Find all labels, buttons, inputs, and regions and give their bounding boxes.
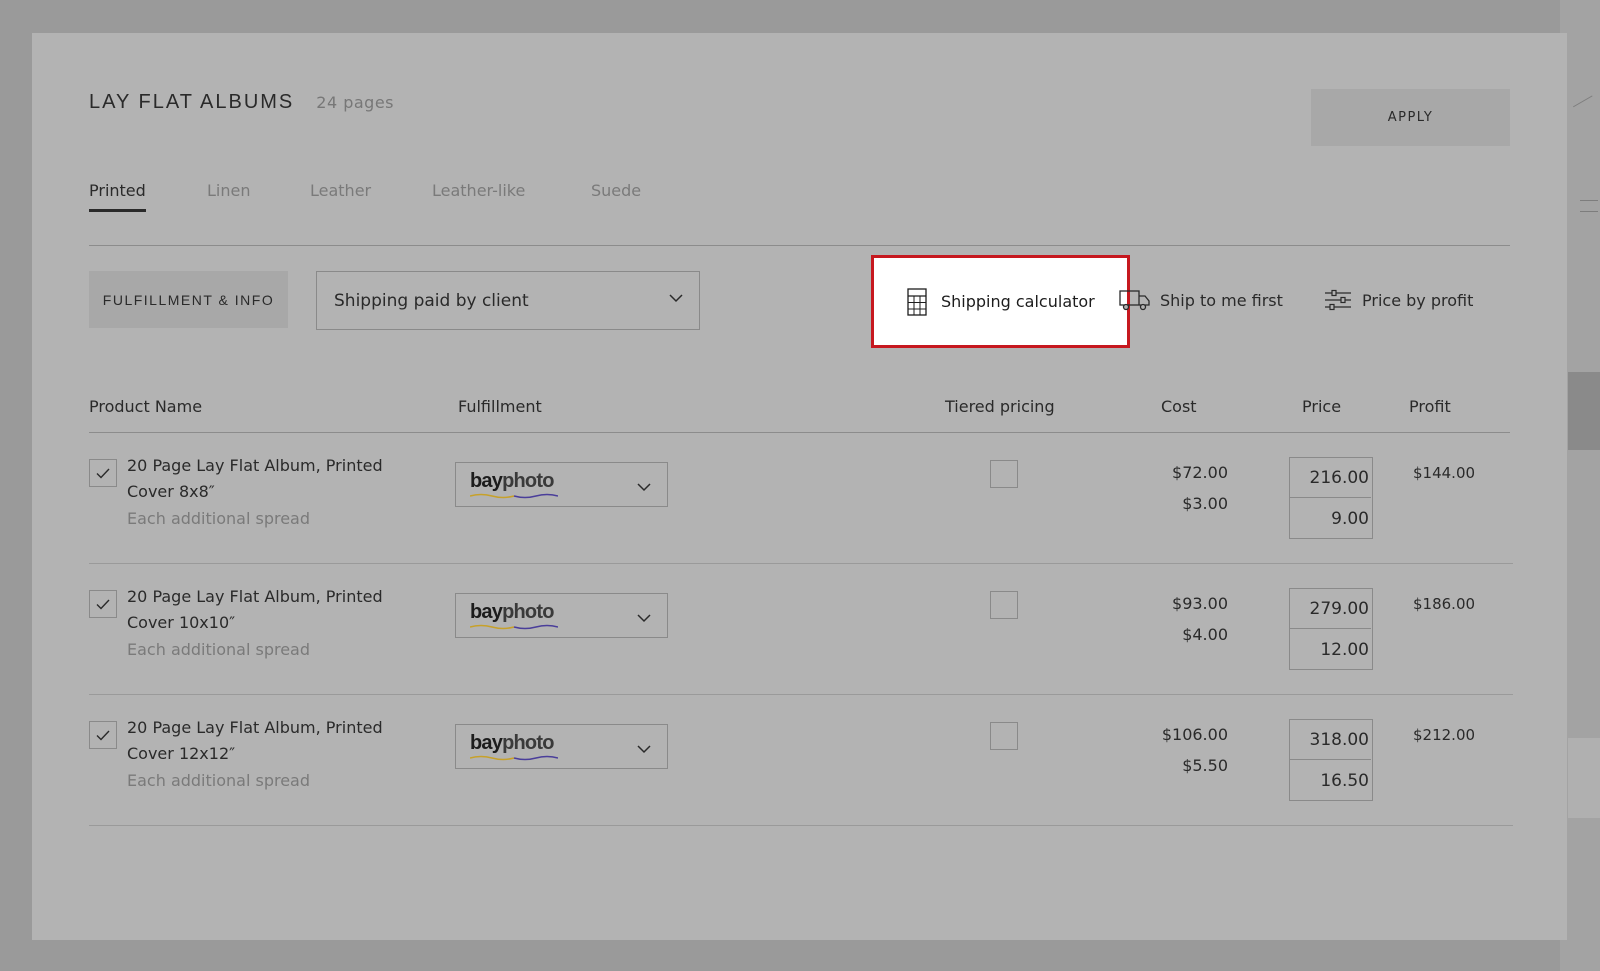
product-sub: Each additional spread [127,640,311,659]
price-inputs: 279.00 12.00 [1289,588,1373,670]
calculator-icon [907,287,927,316]
background-filter-icon [1580,200,1598,212]
price-by-profit-button[interactable]: Price by profit [1324,286,1473,314]
cost-extra-value: $5.50 [1182,756,1228,775]
tiered-pricing-checkbox[interactable] [990,460,1018,488]
price-inputs: 318.00 16.50 [1289,719,1373,801]
table-row: 20 Page Lay Flat Album, Printed Cover 10… [89,564,1513,695]
ship-to-me-first-button[interactable]: Ship to me first [1119,286,1283,314]
bayphoto-logo: bayphoto [470,470,554,492]
price-extra-input[interactable]: 9.00 [1289,499,1371,539]
fulfillment-info-button[interactable]: FULFILLMENT & INFO [89,271,288,328]
product-name: 20 Page Lay Flat Album, Printed Cover 10… [127,587,383,632]
tab-leather-like[interactable]: Leather-like [432,181,525,211]
tab-printed[interactable]: Printed [89,181,146,212]
shipping-select[interactable]: Shipping paid by client [316,271,700,330]
table-row: 20 Page Lay Flat Album, Printed Cover 12… [89,695,1513,826]
modal-header: LAY FLAT ALBUMS 24 pages [89,91,394,121]
product-name: 20 Page Lay Flat Album, Printed Cover 8x… [127,456,383,501]
cost-value: $93.00 [1172,594,1228,613]
profit-value: $212.00 [1413,726,1476,744]
sliders-icon [1325,289,1351,311]
check-icon [96,730,110,741]
logo-wave [470,624,558,630]
truck-icon [1119,290,1150,311]
product-checkbox[interactable] [89,721,117,749]
logo-wave [470,493,558,499]
ship-to-me-first-label: Ship to me first [1160,290,1283,310]
table-header: Product Name Fulfillment Tiered pricing … [89,383,1510,433]
cost-value: $106.00 [1161,725,1228,744]
shipping-select-value: Shipping paid by client [334,290,529,311]
page-title: LAY FLAT ALBUMS [89,91,295,113]
column-fulfillment: Fulfillment [458,397,542,416]
column-cost: Cost [1161,397,1197,416]
apply-button[interactable]: APPLY [1311,89,1510,146]
background-photo [1568,738,1600,818]
tab-bar: Printed Linen Leather Leather-like Suede [89,181,1510,246]
chevron-down-icon [637,745,651,754]
product-sub: Each additional spread [127,509,311,528]
product-checkbox[interactable] [89,459,117,487]
price-extra-input[interactable]: 12.00 [1289,630,1371,670]
profit-value: $186.00 [1413,595,1476,613]
product-checkbox[interactable] [89,590,117,618]
tab-leather[interactable]: Leather [310,181,371,211]
price-input[interactable]: 216.00 [1289,458,1371,498]
tiered-pricing-checkbox[interactable] [990,591,1018,619]
cost-extra-value: $4.00 [1182,625,1228,644]
background-photo [1568,372,1600,450]
fulfillment-select[interactable]: bayphoto [455,593,668,638]
tab-linen[interactable]: Linen [207,181,250,211]
column-tiered-pricing: Tiered pricing [945,397,1055,416]
column-price: Price [1302,397,1342,416]
page-subtitle: 24 pages [316,93,395,112]
chevron-down-icon [669,294,683,303]
price-by-profit-label: Price by profit [1362,290,1474,310]
bayphoto-logo: bayphoto [470,732,554,754]
column-product-name: Product Name [89,397,203,416]
column-profit: Profit [1409,397,1451,416]
table-row: 20 Page Lay Flat Album, Printed Cover 8x… [89,433,1513,564]
chevron-down-icon [637,614,651,623]
cost-value: $72.00 [1172,463,1228,482]
chevron-down-icon [637,483,651,492]
tiered-pricing-checkbox[interactable] [990,722,1018,750]
check-icon [96,599,110,610]
background-icon [1572,95,1600,119]
cost-extra-value: $3.00 [1182,494,1228,513]
shipping-calculator-label: Shipping calculator [941,292,1095,311]
logo-wave [470,755,558,761]
fulfillment-select[interactable]: bayphoto [455,462,668,507]
shipping-calculator-button[interactable]: Shipping calculator [871,255,1130,348]
price-input[interactable]: 279.00 [1289,589,1371,629]
price-inputs: 216.00 9.00 [1289,457,1373,539]
product-name: 20 Page Lay Flat Album, Printed Cover 12… [127,718,383,763]
profit-value: $144.00 [1413,464,1476,482]
product-sub: Each additional spread [127,771,311,790]
bayphoto-logo: bayphoto [470,601,554,623]
pricing-modal: LAY FLAT ALBUMS 24 pages APPLY Printed L… [32,33,1567,940]
price-input[interactable]: 318.00 [1289,720,1371,760]
tab-suede[interactable]: Suede [591,181,641,211]
check-icon [96,468,110,479]
fulfillment-select[interactable]: bayphoto [455,724,668,769]
price-extra-input[interactable]: 16.50 [1289,761,1371,801]
